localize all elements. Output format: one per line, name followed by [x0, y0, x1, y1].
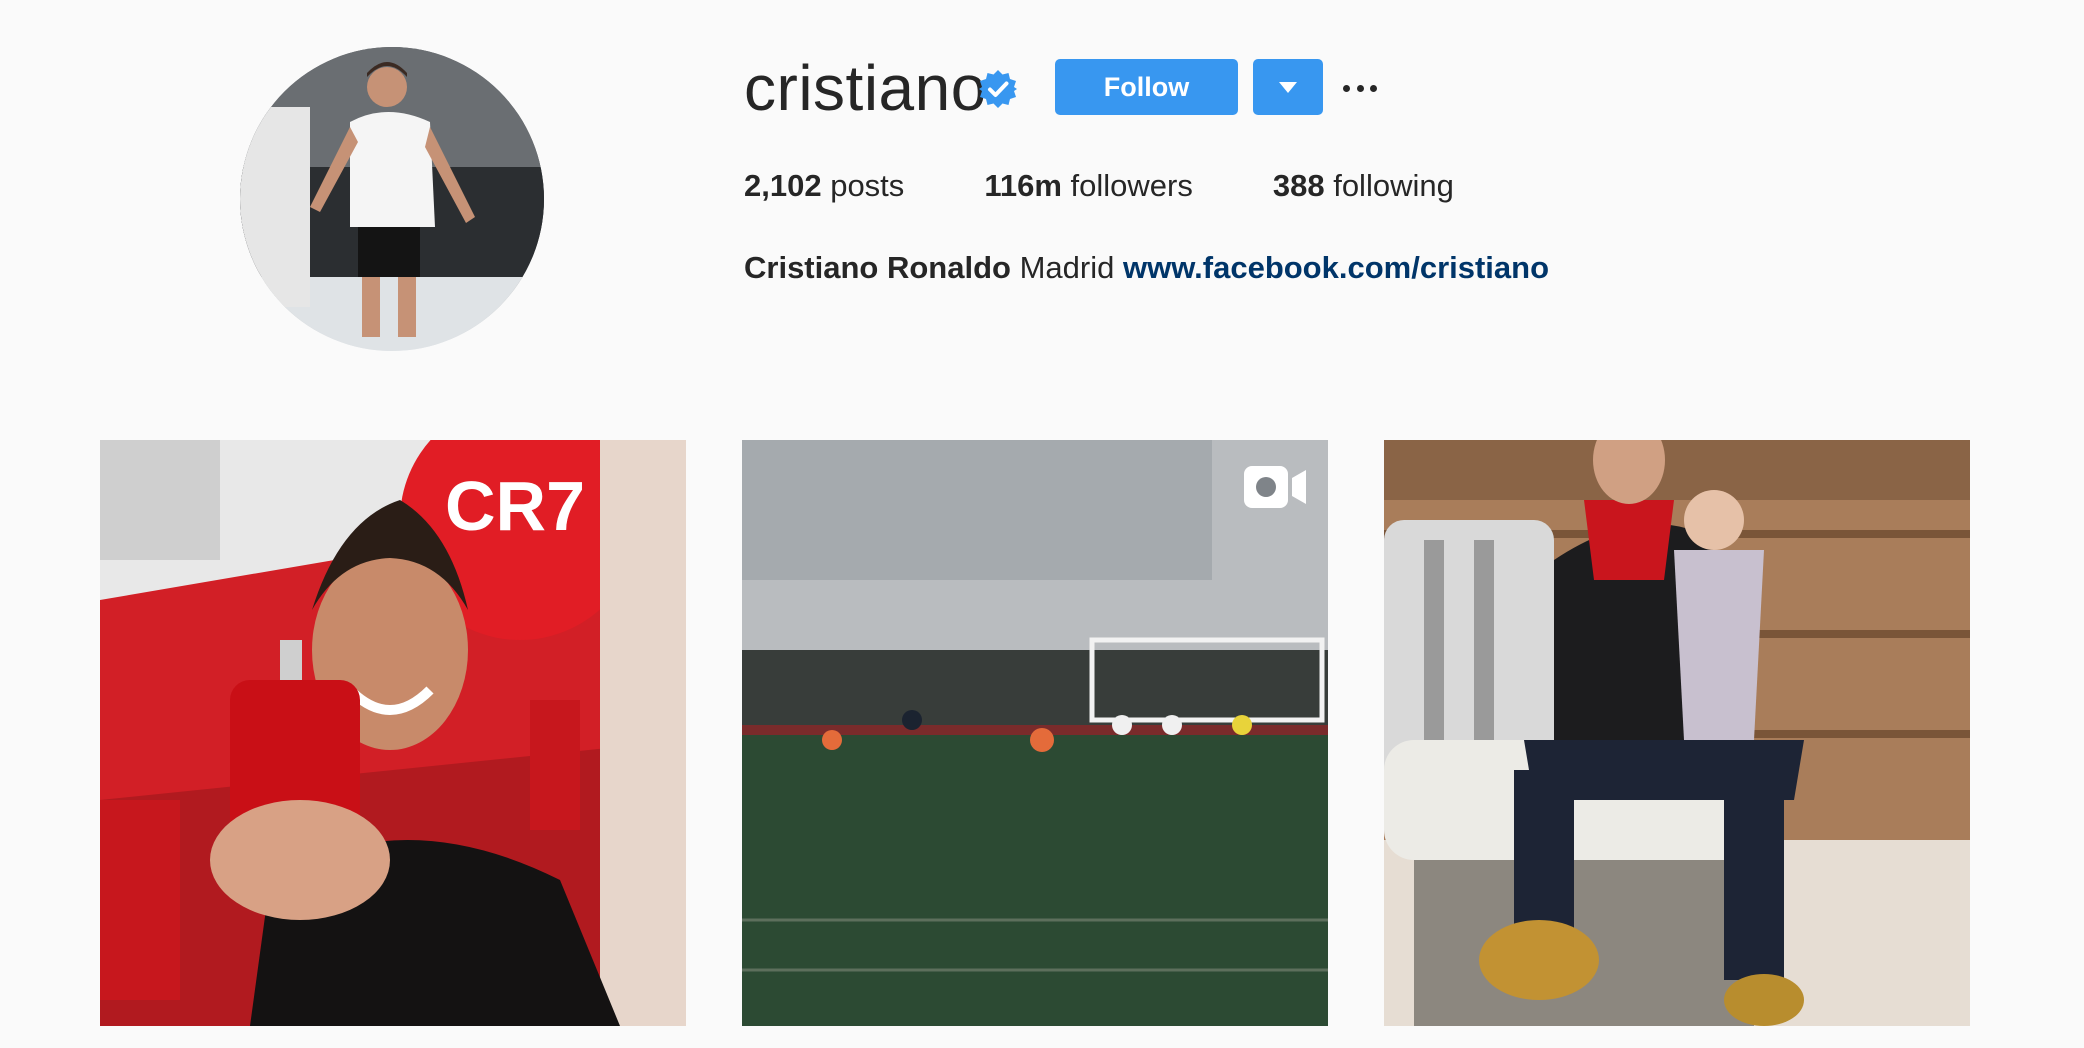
profile-bio: Cristiano Ronaldo Madrid www.facebook.co… [744, 248, 1549, 288]
post-tile-1[interactable]: CR7 [100, 440, 686, 1026]
profile-page: cristiano Follow 2,102 posts 116m follow… [0, 0, 2084, 1048]
followers-label: followers [1070, 168, 1193, 203]
profile-website-link[interactable]: www.facebook.com/cristiano [1123, 250, 1549, 285]
following-count: 388 [1272, 168, 1325, 203]
suggestions-dropdown-button[interactable] [1253, 59, 1323, 115]
profile-full-name: Cristiano Ronaldo [744, 250, 1011, 285]
profile-location: Madrid [1019, 250, 1115, 285]
verified-badge-icon [979, 70, 1017, 108]
more-options-icon [1343, 84, 1350, 92]
posts-stat: 2,102 posts [744, 166, 904, 206]
followers-stat[interactable]: 116m followers [984, 166, 1193, 206]
post-tile-3[interactable] [1384, 440, 1970, 1026]
followers-count: 116m [984, 168, 1062, 203]
follow-button[interactable]: Follow [1055, 59, 1238, 115]
more-options-button[interactable] [1343, 66, 1377, 110]
profile-avatar[interactable] [240, 47, 544, 351]
posts-label: posts [830, 168, 905, 203]
profile-stats: 2,102 posts 116m followers 388 following [744, 166, 1534, 206]
post-tile-2[interactable] [742, 440, 1328, 1026]
caret-down-icon [1279, 81, 1297, 93]
video-camera-icon [1244, 466, 1306, 508]
following-label: following [1333, 168, 1454, 203]
following-stat[interactable]: 388 following [1273, 166, 1454, 206]
profile-username: cristiano [744, 52, 987, 124]
cr7-overlay-text: CR7 [445, 467, 585, 545]
posts-count: 2,102 [744, 168, 822, 203]
